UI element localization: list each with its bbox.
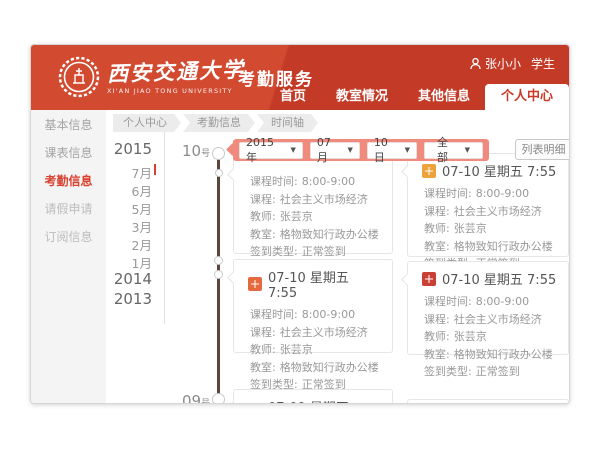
sidebar-item-basic-info[interactable]: 基本信息 — [31, 111, 106, 139]
card-sign-type: 签到类型:正常签到 — [250, 243, 382, 261]
card-teacher: 教师:张芸京 — [424, 220, 558, 238]
content-area: 个人中心 考勤信息 时间轴 2015 7月 6月 5月 3月 2月 1月 201… — [106, 110, 569, 403]
scale-month-2[interactable]: 2月 — [106, 235, 152, 254]
card-teacher: 教师:张芸京 — [250, 208, 382, 226]
sidebar-item-attendance[interactable]: 考勤信息 — [31, 167, 106, 195]
current-month-marker — [154, 164, 156, 175]
card-room: 教室:格物致知行政办公楼 — [424, 238, 558, 256]
university-name: 西安交通大学 XI'AN JIAO TONG UNIVERSITY — [107, 56, 245, 95]
card-date-title: 07-10 星期五 7:55 — [442, 161, 556, 180]
day-label-10: 10号 — [182, 141, 210, 160]
app-window: 西安交通大学 XI'AN JIAO TONG UNIVERSITY 考勤服务 张… — [30, 44, 570, 404]
signin-status-icon — [422, 164, 436, 178]
timeline-node-small-1 — [215, 169, 223, 177]
card-time: 课程时间:8:00-9:00 — [250, 306, 382, 324]
card-time: 课程时间:8:00-9:00 — [424, 185, 558, 203]
scale-year-2014[interactable]: 2014 — [106, 270, 152, 288]
user-role: 学生 — [531, 55, 555, 72]
card-time: 课程时间:8:00-9:00 — [424, 293, 558, 311]
timeline-node-small-2 — [214, 256, 223, 265]
user-name: 张小小 — [485, 55, 521, 72]
month-dropdown[interactable]: 07月▼ — [310, 142, 360, 159]
sidebar-item-subscription[interactable]: 订阅信息 — [31, 223, 106, 251]
chevron-down-icon: ▼ — [348, 143, 353, 158]
card-course: 课程:社会主义市场经济 — [250, 324, 382, 342]
sidebar-item-timetable[interactable]: 课表信息 — [31, 139, 106, 167]
card-date-title: 07-10 星期五 7:55 — [268, 267, 382, 301]
university-name-en: XI'AN JIAO TONG UNIVERSITY — [107, 87, 245, 95]
sidebar: 基本信息 课表信息 考勤信息 请假申请 订阅信息 — [31, 110, 106, 403]
breadcrumb-attendance[interactable]: 考勤信息 — [183, 114, 255, 132]
university-name-cn: 西安交通大学 — [107, 54, 246, 89]
card-room: 教室:格物致知行政办公楼 — [424, 346, 558, 364]
attendance-card[interactable]: 课程时间:8:00-9:00 课程:社会主义市场经济 教师:张芸京 教室:格物致… — [233, 151, 393, 254]
card-sign-type: 签到类型:正常签到 — [424, 363, 558, 381]
attendance-card[interactable]: 07-10 星期五 7:55 课程时间:8:00-9:00 课程:社会主义市场经… — [233, 259, 393, 353]
card-teacher: 教师:张芸京 — [250, 341, 382, 359]
signin-status-icon — [422, 272, 436, 286]
card-date-title: 07-10 星期五 7:55 — [442, 269, 556, 288]
timeline-node-small-3 — [214, 270, 223, 279]
card-time: 课程时间:8:00-9:00 — [250, 173, 382, 191]
app-header: 西安交通大学 XI'AN JIAO TONG UNIVERSITY 考勤服务 张… — [31, 45, 569, 110]
chevron-down-icon: ▼ — [405, 143, 410, 158]
day-label-09: 09号 — [182, 391, 210, 404]
list-detail-button[interactable]: 列表明细 — [515, 139, 570, 160]
filter-bar: 2015年▼ 07月▼ 10日▼ 全部▼ — [233, 139, 489, 161]
scale-month-3[interactable]: 3月 — [106, 217, 152, 236]
main-nav: 首页 教室情况 其他信息 个人中心 — [265, 84, 569, 110]
scale-month-7[interactable]: 7月 — [106, 163, 152, 182]
attendance-card[interactable]: 07-10 星期五 7:55 课程时间:8:00-9:00 课程:社会主义市场经… — [407, 153, 569, 257]
timeline-node-day09[interactable] — [212, 393, 225, 404]
chevron-down-icon: ▼ — [465, 143, 470, 158]
attendance-card[interactable]: 07-09 星期四 7:55 — [233, 389, 393, 404]
scale-month-6[interactable]: 6月 — [106, 181, 152, 200]
card-date-title: 07-09 星期四 7:55 — [268, 397, 382, 404]
signin-status-icon — [248, 277, 262, 291]
nav-item-home[interactable]: 首页 — [265, 84, 321, 110]
nav-item-personal-center[interactable]: 个人中心 — [485, 84, 569, 110]
type-dropdown[interactable]: 全部▼ — [424, 142, 483, 159]
nav-item-other-info[interactable]: 其他信息 — [403, 84, 485, 110]
user-icon — [470, 58, 481, 70]
user-info[interactable]: 张小小 学生 — [470, 55, 555, 72]
scale-divider-line — [164, 132, 165, 324]
nav-item-classrooms[interactable]: 教室情况 — [321, 84, 403, 110]
attendance-card[interactable] — [407, 399, 569, 404]
breadcrumb-personal-center[interactable]: 个人中心 — [113, 114, 181, 132]
breadcrumb: 个人中心 考勤信息 时间轴 — [113, 114, 320, 132]
sidebar-item-leave-request[interactable]: 请假申请 — [31, 195, 106, 223]
card-course: 课程:社会主义市场经济 — [250, 191, 382, 209]
card-teacher: 教师:张芸京 — [424, 328, 558, 346]
breadcrumb-timeline[interactable]: 时间轴 — [257, 114, 318, 132]
university-logo — [58, 56, 100, 98]
card-course: 课程:社会主义市场经济 — [424, 311, 558, 329]
card-room: 教室:格物致知行政办公楼 — [250, 359, 382, 377]
timeline-node-day10[interactable] — [212, 147, 225, 160]
scale-month-5[interactable]: 5月 — [106, 199, 152, 218]
scale-year-2013[interactable]: 2013 — [106, 290, 152, 308]
card-room: 教室:格物致知行政办公楼 — [250, 226, 382, 244]
attendance-card[interactable]: 07-10 星期五 7:55 课程时间:8:00-9:00 课程:社会主义市场经… — [407, 261, 569, 355]
scale-year-2015[interactable]: 2015 — [106, 140, 152, 158]
day-dropdown[interactable]: 10日▼ — [367, 142, 417, 159]
chevron-down-icon: ▼ — [291, 143, 296, 158]
year-dropdown[interactable]: 2015年▼ — [239, 142, 303, 159]
card-course: 课程:社会主义市场经济 — [424, 203, 558, 221]
